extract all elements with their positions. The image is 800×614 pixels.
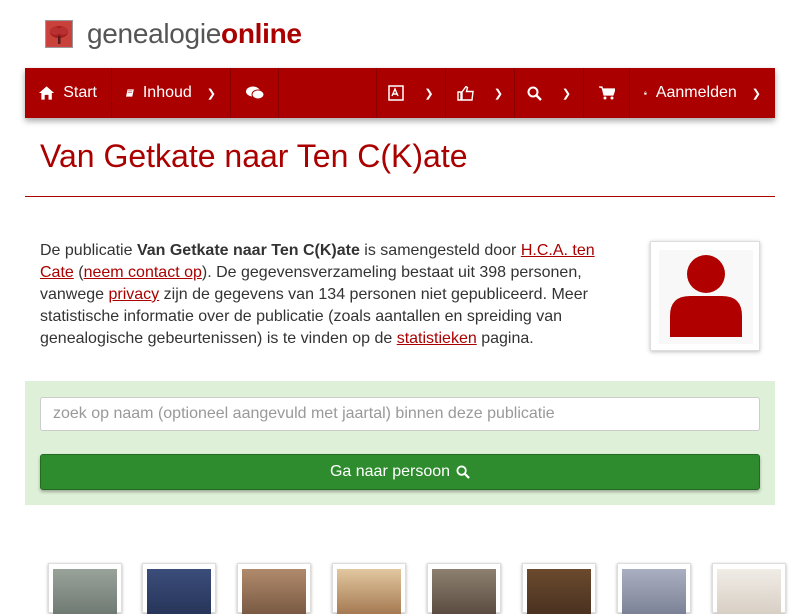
photo-image	[622, 569, 686, 614]
contact-link[interactable]: neem contact op	[84, 264, 202, 281]
photo-image	[147, 569, 211, 614]
person-photo-strip	[0, 563, 800, 614]
thumbs-up-icon	[457, 85, 474, 101]
site-brand[interactable]: genealogieonline	[45, 18, 302, 50]
nav-language[interactable]: ❯	[376, 68, 446, 118]
language-icon	[388, 85, 405, 101]
intro-text-2: is samengesteld door	[359, 242, 521, 259]
nav-forum[interactable]	[231, 68, 279, 118]
nav-login-label: Aanmelden	[655, 84, 737, 101]
person-silhouette-icon	[670, 255, 742, 337]
site-name: genealogieonline	[87, 18, 302, 50]
search-icon	[527, 86, 542, 101]
nav-inhoud[interactable]: Inhoud ❯	[112, 68, 231, 118]
chevron-down-icon: ❯	[206, 87, 216, 100]
nav-search[interactable]: ❯	[515, 68, 584, 118]
lock-icon	[644, 91, 647, 95]
photo-image	[432, 569, 496, 614]
chevron-down-icon: ❯	[561, 87, 572, 100]
photo-image	[242, 569, 306, 614]
photo-image	[337, 569, 401, 614]
person-photo[interactable]	[332, 563, 406, 614]
site-name-part2: online	[221, 18, 302, 49]
intro-publication-name: Van Getkate naar Ten C(K)ate	[136, 242, 360, 259]
chevron-down-icon: ❯	[424, 87, 434, 100]
search-icon	[456, 465, 470, 479]
person-photo[interactable]	[522, 563, 596, 614]
chevron-down-icon: ❯	[493, 87, 504, 100]
comments-icon	[245, 86, 264, 100]
title-divider	[25, 196, 775, 197]
person-photo[interactable]	[617, 563, 691, 614]
book-icon	[126, 89, 134, 97]
statistics-link[interactable]: statistieken	[397, 330, 477, 347]
nav-login[interactable]: Aanmelden ❯	[630, 68, 775, 118]
chevron-down-icon: ❯	[751, 87, 761, 100]
nav-start[interactable]: Start	[25, 68, 112, 118]
person-photo[interactable]	[142, 563, 216, 614]
intro-text-3: (	[73, 264, 84, 281]
person-search-input[interactable]	[40, 397, 760, 431]
person-photo[interactable]	[712, 563, 786, 614]
person-photo[interactable]	[48, 563, 122, 614]
avatar	[659, 250, 753, 344]
go-to-person-button[interactable]: Ga naar persoon	[40, 454, 760, 490]
nav-inhoud-label: Inhoud	[142, 84, 192, 101]
nav-recommend[interactable]: ❯	[446, 68, 515, 118]
cart-icon	[598, 86, 615, 100]
tree-logo-icon	[45, 20, 73, 48]
nav-shop[interactable]	[584, 68, 630, 118]
nav-start-label: Start	[63, 84, 97, 101]
publication-intro: De publicatie Van Getkate naar Ten C(K)a…	[40, 240, 610, 350]
intro-text-6: pagina.	[476, 330, 534, 347]
main-navbar: Start Inhoud ❯ ❯ ❯ ❯ Aanmelden ❯	[25, 68, 775, 118]
author-avatar-card[interactable]	[650, 241, 760, 351]
person-photo[interactable]	[427, 563, 501, 614]
go-to-person-label: Ga naar persoon	[329, 463, 451, 480]
photo-image	[53, 569, 117, 614]
page-title: Van Getkate naar Ten C(K)ate	[40, 138, 468, 174]
person-photo[interactable]	[237, 563, 311, 614]
photo-image	[717, 569, 781, 614]
site-name-part1: genealogie	[87, 18, 222, 49]
intro-text-1: De publicatie	[40, 242, 137, 259]
photo-image	[527, 569, 591, 614]
person-search-panel: Ga naar persoon	[25, 381, 775, 505]
privacy-link[interactable]: privacy	[109, 286, 160, 303]
home-icon	[39, 86, 55, 100]
